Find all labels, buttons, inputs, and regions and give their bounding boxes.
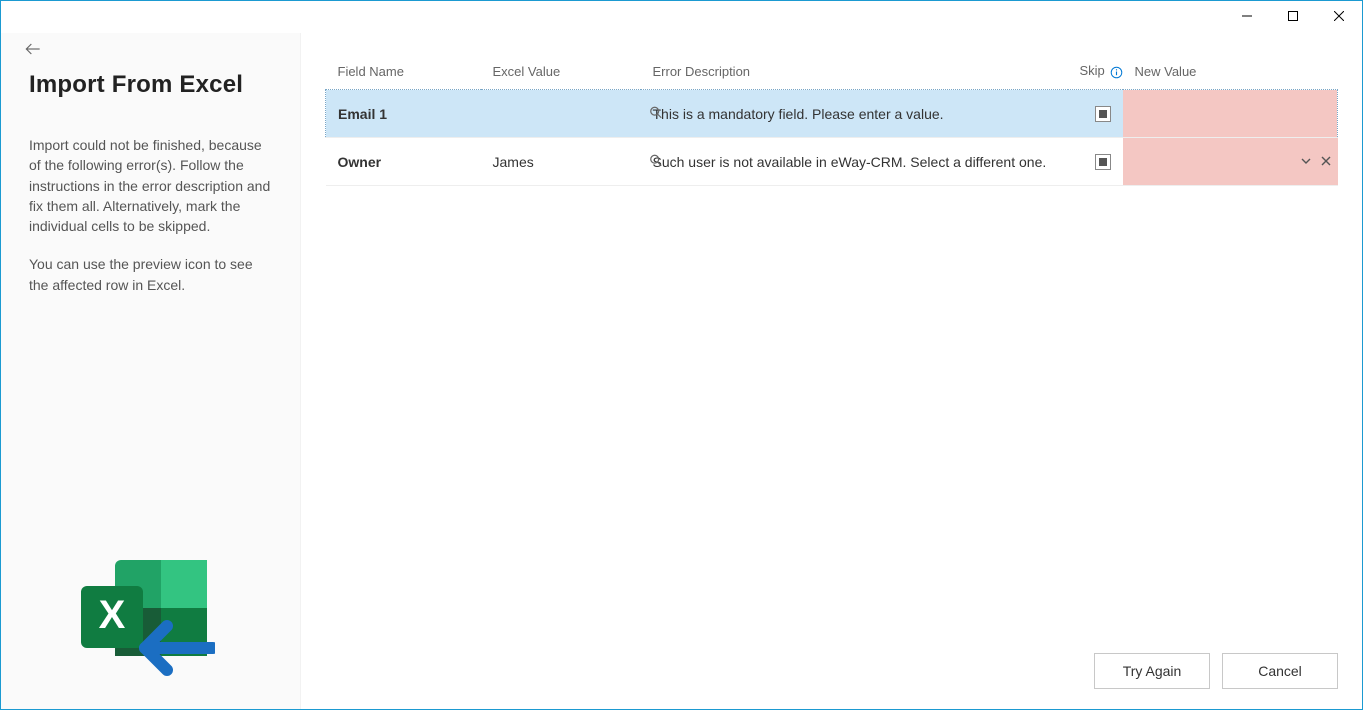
cell-new-value[interactable] xyxy=(1123,90,1338,138)
svg-text:X: X xyxy=(99,593,126,637)
skip-checkbox[interactable] xyxy=(1095,154,1111,170)
preview-icon[interactable] xyxy=(649,105,663,122)
col-header-skip-label: Skip xyxy=(1080,63,1105,78)
cell-field-name: Owner xyxy=(326,138,481,186)
errors-table-wrap: Field Name Excel Value Error Description… xyxy=(301,33,1362,637)
chevron-down-icon[interactable] xyxy=(1300,154,1312,170)
cell-error-description: This is a mandatory field. Please enter … xyxy=(641,90,1068,138)
excel-import-illustration: X xyxy=(75,556,215,679)
back-button[interactable] xyxy=(23,39,43,62)
col-header-field-name[interactable]: Field Name xyxy=(326,57,481,90)
sidebar: Import From Excel Import could not be fi… xyxy=(1,33,301,709)
cell-skip xyxy=(1068,90,1123,138)
try-again-button[interactable]: Try Again xyxy=(1094,653,1210,689)
cell-skip xyxy=(1068,138,1123,186)
col-header-excel-value[interactable]: Excel Value xyxy=(481,57,641,90)
col-header-new-value[interactable]: New Value xyxy=(1123,57,1338,90)
close-button[interactable] xyxy=(1316,1,1362,31)
info-icon[interactable] xyxy=(1110,64,1123,79)
cell-error-text: Such user is not available in eWay-CRM. … xyxy=(653,154,1047,170)
cell-new-value[interactable] xyxy=(1123,138,1338,186)
titlebar xyxy=(1,1,1362,33)
preview-icon[interactable] xyxy=(649,153,663,170)
dialog-body: Import From Excel Import could not be fi… xyxy=(1,33,1362,709)
cell-error-text: This is a mandatory field. Please enter … xyxy=(653,106,944,122)
maximize-button[interactable] xyxy=(1270,1,1316,31)
clear-icon[interactable] xyxy=(1320,154,1332,170)
cell-error-description: Such user is not available in eWay-CRM. … xyxy=(641,138,1068,186)
cell-excel-value xyxy=(481,90,641,138)
dialog-window: Import From Excel Import could not be fi… xyxy=(0,0,1363,710)
col-header-skip[interactable]: Skip xyxy=(1068,57,1123,90)
cell-field-name: Email 1 xyxy=(326,90,481,138)
skip-checkbox[interactable] xyxy=(1095,106,1111,122)
col-header-error-description[interactable]: Error Description xyxy=(641,57,1068,90)
table-row[interactable]: Email 1 This is a mandatory field. Pleas… xyxy=(326,90,1338,138)
cell-excel-value: James xyxy=(481,138,641,186)
cancel-button[interactable]: Cancel xyxy=(1222,653,1338,689)
page-title: Import From Excel xyxy=(29,71,272,99)
minimize-button[interactable] xyxy=(1224,1,1270,31)
table-row[interactable]: Owner James Such user is not available i… xyxy=(326,138,1338,186)
table-header-row: Field Name Excel Value Error Description… xyxy=(326,57,1338,90)
errors-table: Field Name Excel Value Error Description… xyxy=(325,57,1338,186)
sidebar-paragraph: Import could not be finished, because of… xyxy=(29,135,272,236)
dialog-footer: Try Again Cancel xyxy=(301,637,1362,709)
main-content: Field Name Excel Value Error Description… xyxy=(301,33,1362,709)
sidebar-paragraph: You can use the preview icon to see the … xyxy=(29,254,272,295)
